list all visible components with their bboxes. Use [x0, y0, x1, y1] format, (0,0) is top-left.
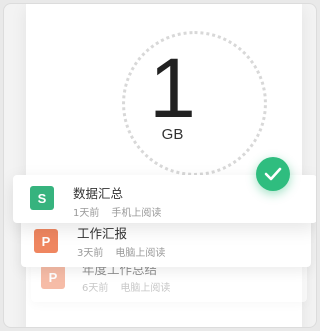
- file-source: 手机上阅读: [111, 208, 162, 219]
- file-time: 1天前: [73, 208, 100, 219]
- storage-value: 1: [149, 41, 196, 135]
- file-title: 工作汇报: [77, 226, 128, 241]
- spreadsheet-icon: S: [30, 186, 54, 210]
- file-source: 电脑上阅读: [120, 283, 171, 294]
- checkmark-glyph: [264, 167, 282, 181]
- file-meta: 6天前 电脑上阅读: [82, 279, 170, 294]
- file-time: 6天前: [82, 283, 109, 294]
- file-source: 电脑上阅读: [115, 248, 166, 259]
- file-meta: 3天前 电脑上阅读: [77, 244, 165, 259]
- presentation-icon: P: [34, 229, 58, 253]
- file-title: 数据汇总: [73, 186, 124, 201]
- illustration-frame: 1 GB P 年度工作总结 6天前 电脑上阅读 P 工作汇报 3天前 电脑上阅读 S…: [3, 3, 317, 328]
- presentation-icon: P: [41, 265, 65, 289]
- file-time: 3天前: [77, 248, 104, 259]
- storage-unit: GB: [161, 126, 184, 143]
- file-meta: 1天前 手机上阅读: [73, 204, 161, 219]
- checkmark-icon: [256, 157, 290, 191]
